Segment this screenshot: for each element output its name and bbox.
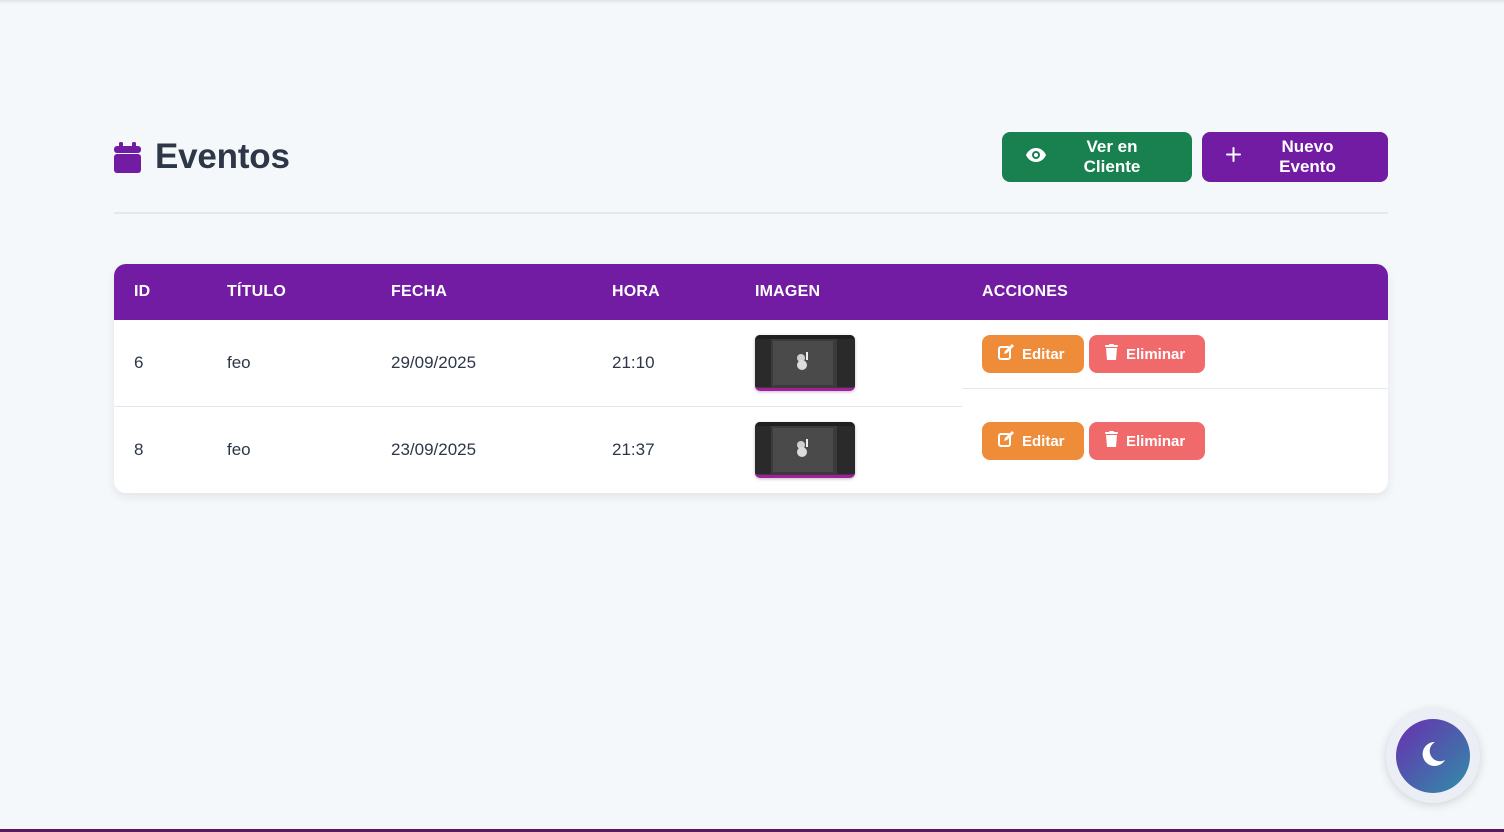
theme-toggle-button[interactable] xyxy=(1386,709,1480,803)
column-header-title: TÍTULO xyxy=(227,283,286,300)
column-header-actions: ACCIONES xyxy=(982,283,1069,300)
trash-icon xyxy=(1105,344,1118,364)
trash-icon xyxy=(1105,431,1118,451)
view-client-label: Ver en Cliente xyxy=(1083,137,1141,176)
page-title: Eventos xyxy=(155,137,290,176)
cell-date: 29/09/2025 xyxy=(391,353,477,372)
edit-label: Editar xyxy=(1022,432,1065,450)
event-image-thumbnail[interactable] xyxy=(755,335,855,391)
edit-icon xyxy=(998,344,1014,364)
cell-time: 21:37 xyxy=(612,440,655,459)
eye-icon xyxy=(1026,147,1046,167)
cell-date: 23/09/2025 xyxy=(391,440,477,459)
table-header: ID TÍTULO FECHA HORA IMAGEN ACCIONES xyxy=(114,264,1388,320)
view-client-button[interactable]: Ver en Cliente xyxy=(1002,132,1192,182)
new-event-button[interactable]: Nuevo Evento xyxy=(1202,132,1388,182)
delete-button[interactable]: Eliminar xyxy=(1089,422,1205,460)
cell-id: 6 xyxy=(134,353,144,372)
calendar-icon xyxy=(114,141,141,173)
edit-button[interactable]: Editar xyxy=(982,335,1084,373)
column-header-time: HORA xyxy=(612,283,660,300)
edit-icon xyxy=(998,431,1014,451)
table-row: 6 feo 29/09/2025 21:10 Editar Eliminar xyxy=(114,320,1388,406)
edit-button[interactable]: Editar xyxy=(982,422,1084,460)
cell-title: feo xyxy=(227,353,251,372)
delete-label: Eliminar xyxy=(1126,345,1186,363)
new-event-label: Nuevo Evento xyxy=(1279,137,1336,176)
title-group: Eventos xyxy=(114,137,290,177)
moon-icon xyxy=(1419,740,1447,773)
column-header-image: IMAGEN xyxy=(755,283,821,300)
column-header-date: FECHA xyxy=(391,283,448,300)
header-actions: Ver en Cliente Nuevo Evento xyxy=(1002,132,1388,182)
plus-icon xyxy=(1226,147,1241,167)
delete-label: Eliminar xyxy=(1126,432,1186,450)
delete-button[interactable]: Eliminar xyxy=(1089,335,1205,373)
table-row: 8 feo 23/09/2025 21:37 Editar Eliminar xyxy=(114,407,1388,493)
edit-label: Editar xyxy=(1022,345,1065,363)
theme-toggle-inner xyxy=(1396,719,1470,793)
cell-id: 8 xyxy=(134,440,144,459)
page-header: Eventos Ver en Cliente Nuevo Evento xyxy=(114,132,1388,182)
row-separator-actions xyxy=(962,388,1388,389)
column-header-id: ID xyxy=(134,283,151,300)
cell-title: feo xyxy=(227,440,251,459)
event-image-thumbnail[interactable] xyxy=(755,422,855,478)
events-table: ID TÍTULO FECHA HORA IMAGEN ACCIONES 6 f… xyxy=(114,264,1388,493)
cell-time: 21:10 xyxy=(612,353,655,372)
header-divider xyxy=(114,212,1388,214)
top-shadow xyxy=(0,0,1504,4)
